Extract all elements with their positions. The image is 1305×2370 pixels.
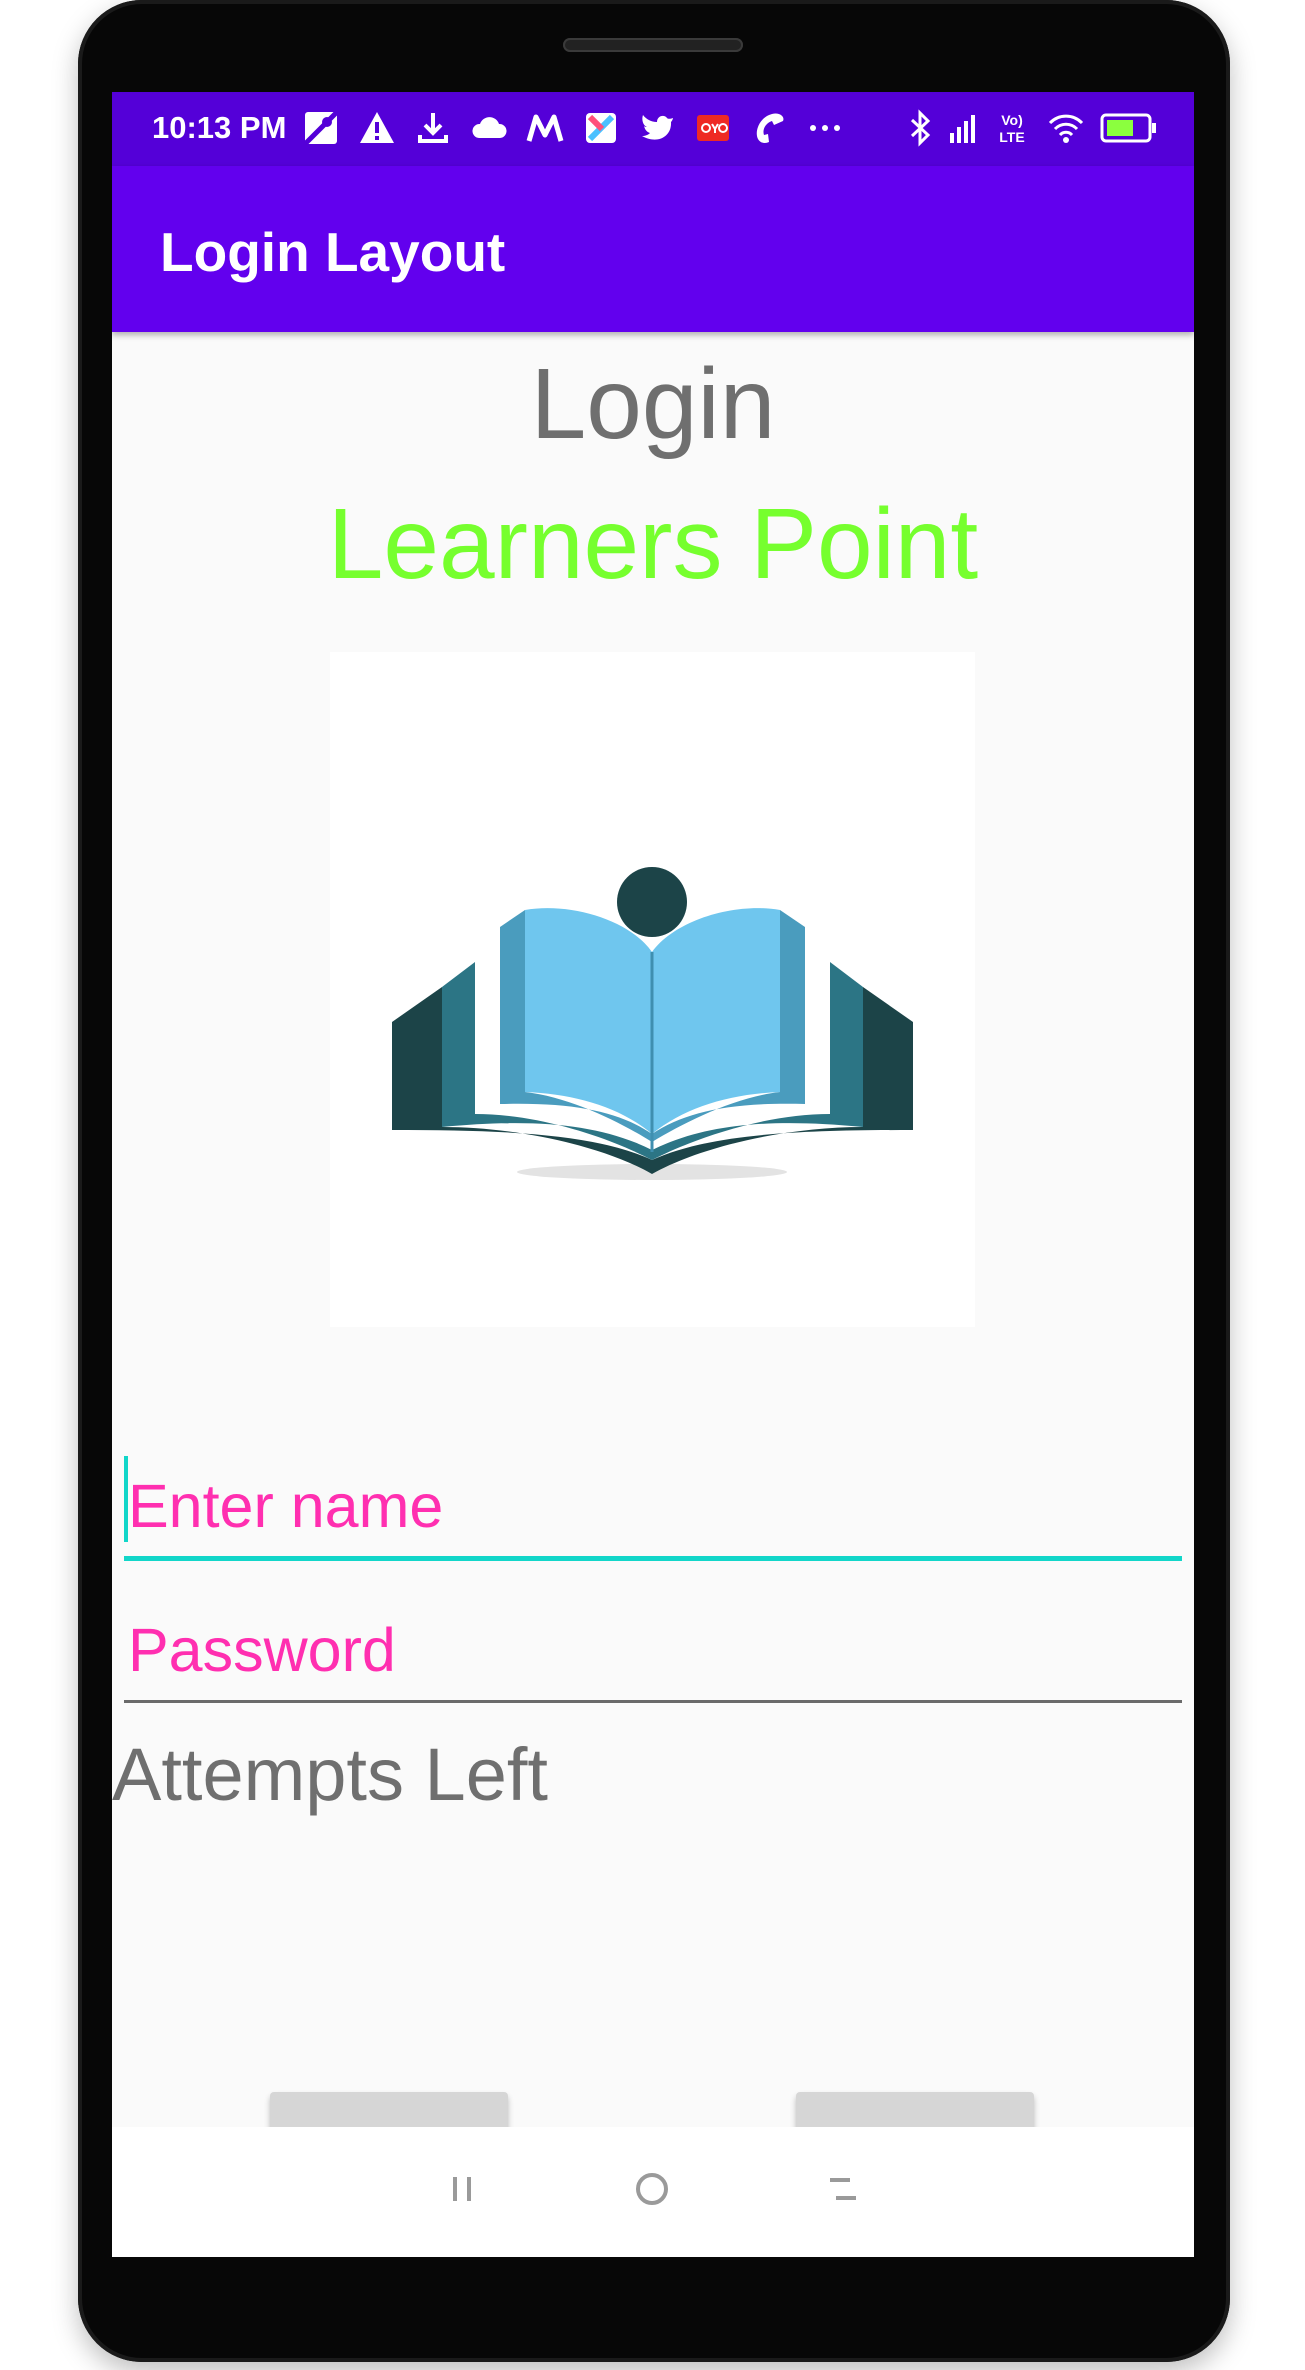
maps-icon — [302, 109, 340, 147]
phone-handset-icon — [750, 109, 788, 147]
app-bar: Login Layout — [112, 166, 1194, 332]
status-time: 10:13 PM — [152, 110, 287, 145]
brand-title: Learners Point — [327, 488, 979, 600]
earpiece-speaker — [563, 38, 743, 52]
system-nav-bar — [112, 2127, 1194, 2257]
system-icons: Vo) LTE — [908, 106, 1158, 150]
recent-apps-icon[interactable] — [442, 2169, 482, 2209]
password-field[interactable] — [124, 1594, 1182, 1703]
bluetooth-icon — [908, 109, 934, 147]
phone-frame: 10:13 PM Vo) LTE Login Layout Login Lear… — [78, 0, 1230, 2362]
volte-icon: Vo) LTE — [992, 109, 1032, 147]
more-dots-icon — [806, 109, 844, 147]
cloud-icon — [470, 109, 508, 147]
signal-icon — [948, 109, 978, 147]
battery-icon — [1100, 109, 1158, 147]
pattern-app-icon — [582, 109, 620, 147]
attempts-left-label: Attempts Left — [112, 1733, 548, 1816]
device-screen: 10:13 PM Vo) LTE Login Layout Login Lear… — [112, 92, 1194, 2257]
notification-icons — [302, 106, 844, 150]
network-label-bottom: LTE — [999, 129, 1024, 145]
download-icon — [414, 109, 452, 147]
learners-point-logo — [330, 652, 975, 1327]
wifi-icon — [1046, 109, 1086, 147]
app-title: Login Layout — [160, 221, 506, 283]
name-field[interactable] — [124, 1450, 1182, 1561]
warning-icon — [358, 109, 396, 147]
oyo-icon — [694, 109, 732, 147]
page-title: Login — [530, 348, 776, 460]
twitter-icon — [638, 109, 676, 147]
login-content: Login Learners Point Enter name Attempts… — [112, 332, 1194, 2200]
network-label-top: Vo) — [1001, 112, 1023, 128]
back-icon[interactable] — [822, 2169, 862, 2209]
status-bar: 10:13 PM Vo) LTE — [112, 92, 1194, 166]
open-book-logo-icon — [392, 867, 913, 1180]
home-icon[interactable] — [632, 2169, 672, 2209]
text-cursor — [124, 1456, 128, 1542]
name-input[interactable] — [124, 1450, 1182, 1556]
myntra-icon — [526, 109, 564, 147]
password-input[interactable] — [124, 1594, 1182, 1700]
